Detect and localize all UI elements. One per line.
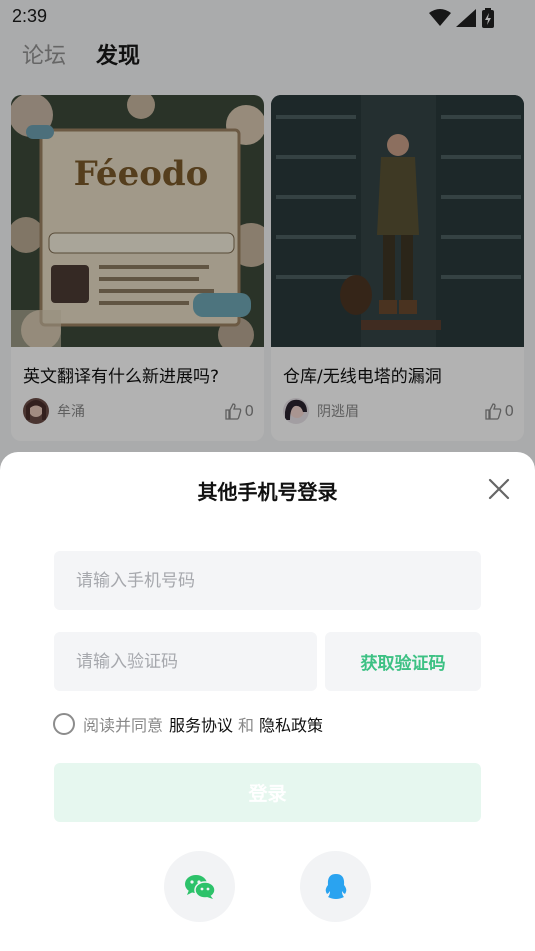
agreement-row: 阅读并同意 服务协议 和 隐私政策 <box>53 712 323 736</box>
wechat-login-button[interactable] <box>164 851 235 922</box>
service-agreement-link[interactable]: 服务协议 <box>169 712 233 736</box>
close-button[interactable] <box>487 477 511 501</box>
tab-forum[interactable]: 论坛 <box>22 42 66 72</box>
tab-discover[interactable]: 发现 <box>96 42 141 72</box>
verification-code-input[interactable] <box>54 632 317 691</box>
login-sheet: 其他手机号登录 获取验证码 阅读并同意 服务协议 和 隐私政策 登录 <box>0 452 535 951</box>
login-button[interactable]: 登录 <box>54 763 481 822</box>
sheet-title: 其他手机号登录 <box>197 480 338 504</box>
qq-login-button[interactable] <box>300 851 371 922</box>
agreement-checkbox[interactable] <box>53 713 75 735</box>
qq-icon <box>325 873 346 899</box>
close-icon <box>488 478 510 500</box>
agreement-prefix: 阅读并同意 <box>83 716 164 735</box>
get-code-button[interactable]: 获取验证码 <box>325 632 481 691</box>
agreement-and: 和 <box>238 716 255 735</box>
phone-input[interactable] <box>54 551 481 610</box>
privacy-policy-link[interactable]: 隐私政策 <box>259 712 323 736</box>
wechat-icon <box>184 874 216 899</box>
